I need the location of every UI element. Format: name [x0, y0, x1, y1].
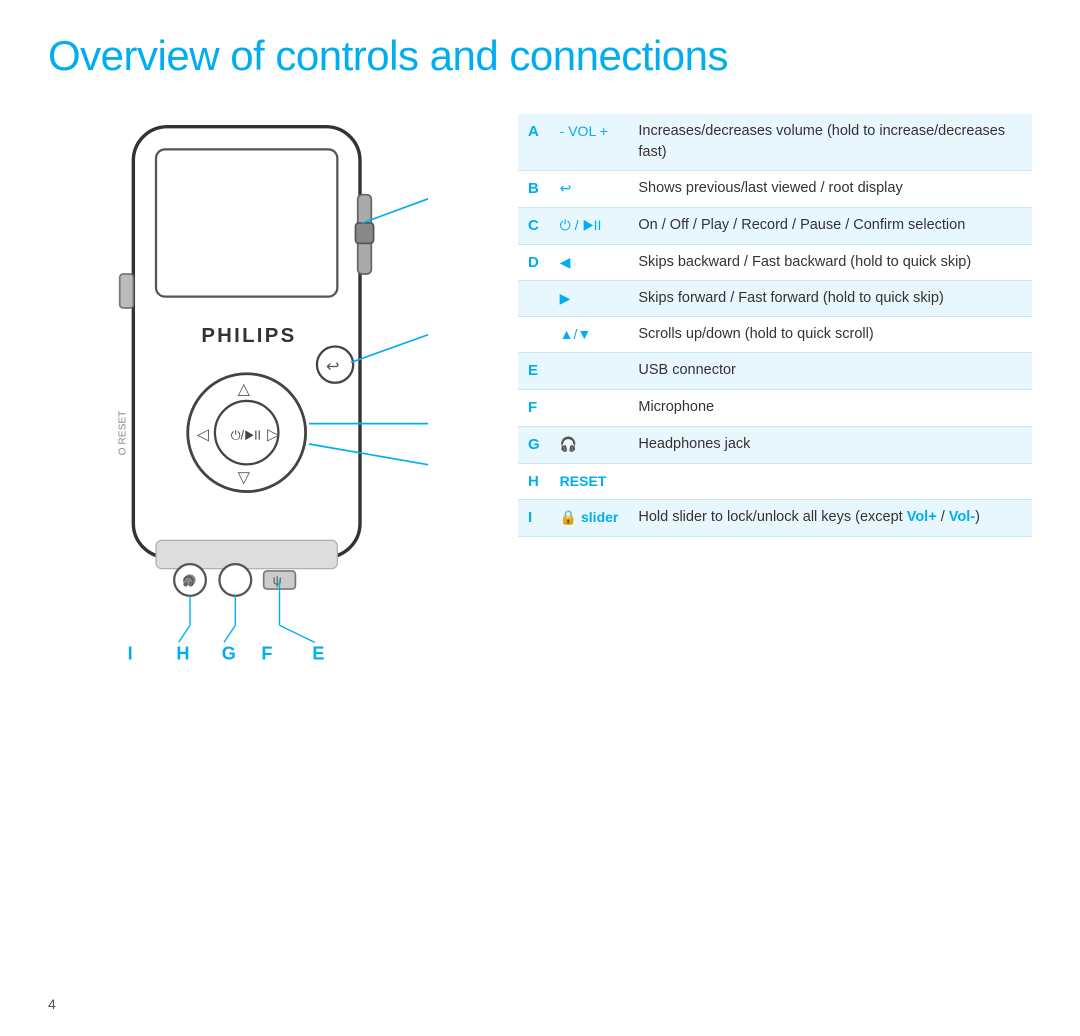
table-row: ▲/▼Scrolls up/down (hold to quick scroll… [518, 317, 1032, 353]
control-description: USB connector [628, 353, 1032, 390]
control-icon: 🔒 slider [550, 500, 629, 537]
svg-text:ψ: ψ [273, 574, 282, 588]
control-letter: H [518, 463, 550, 500]
control-letter: G [518, 426, 550, 463]
svg-text:G: G [222, 643, 236, 663]
control-letter: E [518, 353, 550, 390]
table-row: E USB connector [518, 353, 1032, 390]
control-icon [550, 390, 629, 427]
control-description: Skips backward / Fast backward (hold to … [628, 244, 1032, 281]
table-row: F Microphone [518, 390, 1032, 427]
control-letter [518, 317, 550, 353]
control-letter: F [518, 390, 550, 427]
control-icon: ▶ [550, 281, 629, 317]
control-icon: - VOL + [550, 114, 629, 171]
control-icon: 🎧 [550, 426, 629, 463]
svg-text:H: H [176, 643, 189, 663]
table-row: ▶Skips forward / Fast forward (hold to q… [518, 281, 1032, 317]
page-number: 4 [48, 996, 56, 1012]
controls-table: A- VOL +Increases/decreases volume (hold… [518, 114, 1032, 537]
control-letter: D [518, 244, 550, 281]
control-icon: ▲/▼ [550, 317, 629, 353]
control-icon: RESET [550, 463, 629, 500]
svg-text:▽: ▽ [238, 470, 251, 487]
control-letter: A [518, 114, 550, 171]
table-row: G🎧Headphones jack [518, 426, 1032, 463]
control-description: Hold slider to lock/unlock all keys (exc… [628, 500, 1032, 537]
table-row: B↩Shows previous/last viewed / root disp… [518, 171, 1032, 208]
table-row: D◀Skips backward / Fast backward (hold t… [518, 244, 1032, 281]
control-letter: I [518, 500, 550, 537]
control-letter: B [518, 171, 550, 208]
control-icon [550, 353, 629, 390]
table-row: A- VOL +Increases/decreases volume (hold… [518, 114, 1032, 171]
control-description: Microphone [628, 390, 1032, 427]
control-letter [518, 281, 550, 317]
svg-text:◁: ◁ [197, 426, 210, 443]
control-description: Headphones jack [628, 426, 1032, 463]
control-description: Skips forward / Fast forward (hold to qu… [628, 281, 1032, 317]
control-letter: C [518, 207, 550, 244]
control-icon: ↩ [550, 171, 629, 208]
control-description: Shows previous/last viewed / root displa… [628, 171, 1032, 208]
control-description: Increases/decreases volume (hold to incr… [628, 114, 1032, 171]
svg-text:E: E [312, 643, 324, 663]
svg-text:↩: ↩ [326, 358, 339, 375]
svg-text:⏻/▶II: ⏻/▶II [231, 428, 261, 442]
table-row: HRESET [518, 463, 1032, 500]
page-title: Overview of controls and connections [0, 0, 1080, 104]
control-description: Scrolls up/down (hold to quick scroll) [628, 317, 1032, 353]
table-row: C⏻ / ▶IIOn / Off / Play / Record / Pause… [518, 207, 1032, 244]
control-icon: ◀ [550, 244, 629, 281]
control-icon: ⏻ / ▶II [550, 207, 629, 244]
svg-text:△: △ [238, 381, 251, 398]
svg-text:PHILIPS: PHILIPS [201, 325, 296, 347]
svg-text:▷: ▷ [267, 426, 280, 443]
table-row: I🔒 sliderHold slider to lock/unlock all … [518, 500, 1032, 537]
svg-text:O RESET: O RESET [117, 411, 128, 456]
svg-text:F: F [261, 643, 272, 663]
svg-text:🎧: 🎧 [182, 575, 195, 588]
device-diagram: PHILIPS ↩ △ ▽ ◁ ▷ ⏻/▶II 🎧 [48, 104, 478, 698]
device-svg: PHILIPS ↩ △ ▽ ◁ ▷ ⏻/▶II 🎧 [88, 104, 428, 693]
svg-text:I: I [128, 643, 133, 663]
control-description: On / Off / Play / Record / Pause / Confi… [628, 207, 1032, 244]
control-description [628, 463, 1032, 500]
